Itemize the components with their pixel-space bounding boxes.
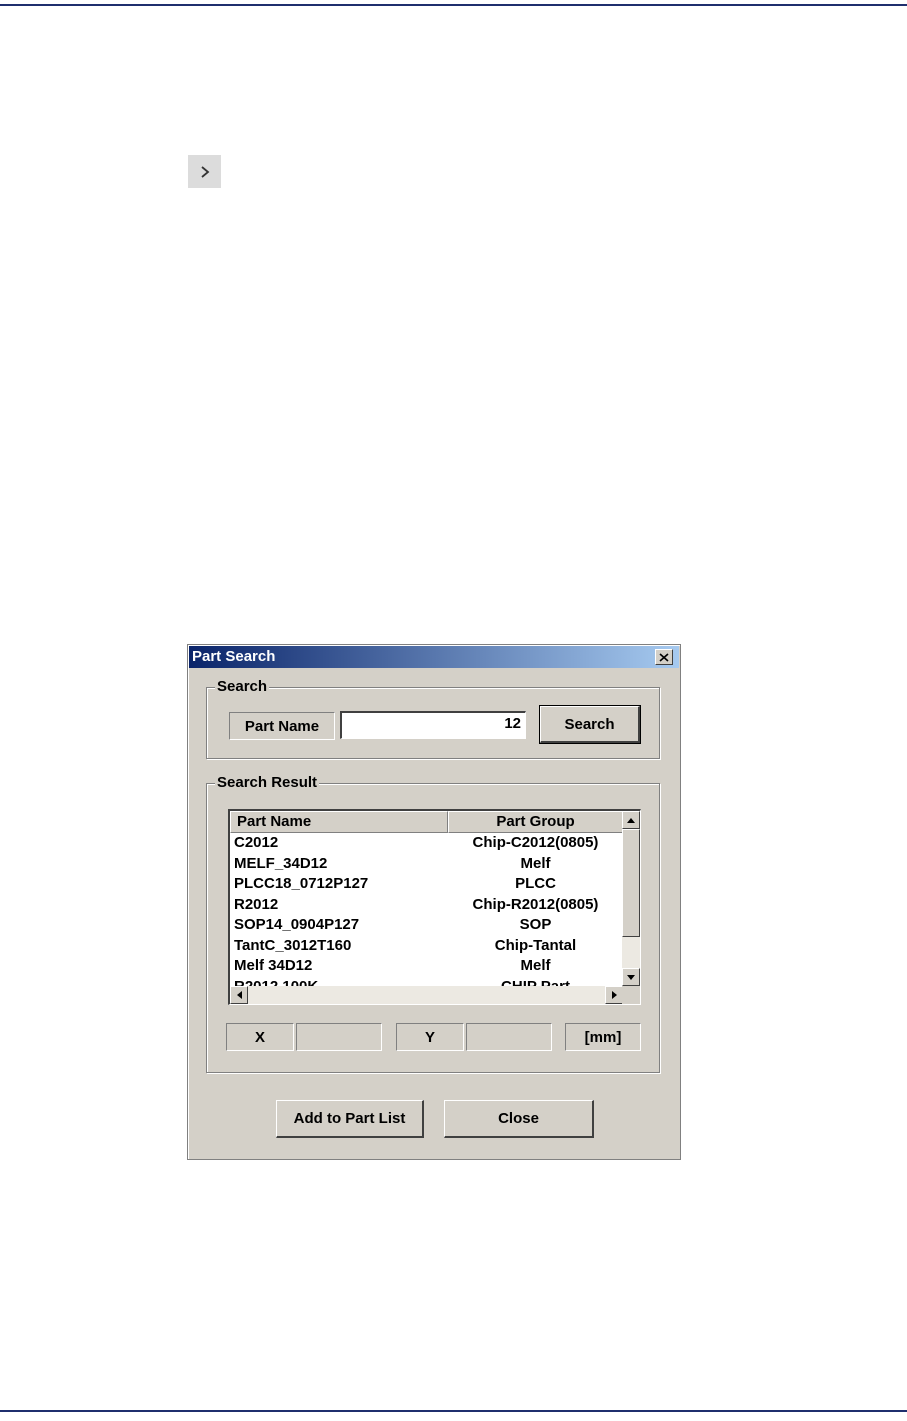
horizontal-scrollbar[interactable] [230,986,623,1004]
row-part-name: C2012 [234,834,279,851]
y-value-field [466,1023,552,1051]
row-part-group: PLCC [515,875,556,892]
arrow-left-icon[interactable] [230,986,248,1004]
row-part-group: Chip-Tantal [494,936,577,954]
search-group-legend: Search [215,678,270,696]
scrollbar-corner [622,986,640,1004]
x-label: X [226,1023,294,1051]
row-part-name: TantC_3012T160 [234,936,352,954]
table-row[interactable]: SOP14_0904P127 SOP [230,915,623,936]
y-label-text: Y [424,1028,435,1046]
bottom-rule [0,1410,907,1412]
part-name-label-text: Part Name [244,717,320,735]
close-button[interactable]: Close [444,1100,594,1138]
list-header: Part Name Part Group [230,811,623,833]
arrow-up-icon[interactable] [622,811,640,829]
table-row[interactable]: MELF_34D12 Melf [230,854,623,875]
part-search-dialog: Part Search Search Part Name 12 Search S… [187,644,681,1160]
row-part-name: SOP14_0904P127 [234,916,360,933]
add-to-part-list-label: Add to Part List [293,1110,406,1127]
column-header-part-name[interactable]: Part Name [230,811,448,833]
arrow-down-icon[interactable] [622,968,640,986]
vertical-scroll-thumb[interactable] [622,829,640,937]
row-part-name: PLCC18_0712P127 [234,875,369,892]
unit-label-text: [mm] [584,1028,622,1046]
search-result-group-legend: Search Result [215,774,320,792]
part-name-label: Part Name [229,712,335,740]
row-part-name: R2012 [234,895,279,913]
table-row[interactable]: C2012 Chip-C2012(0805) [230,833,623,854]
table-row[interactable]: TantC_3012T160 Chip-Tantal [230,936,623,957]
dialog-title: Part Search [192,648,276,665]
page: Part Search Search Part Name 12 Search S… [0,0,907,1421]
part-name-input-value: 12 [504,715,521,732]
chevron-right-icon[interactable] [188,155,221,188]
column-header-part-group[interactable]: Part Group [448,811,623,833]
close-icon[interactable] [655,649,673,665]
table-row[interactable]: R2012 Chip-R2012(0805) [230,895,623,916]
row-part-name: Melf 34D12 [234,957,313,974]
close-button-label: Close [498,1110,539,1127]
table-row[interactable]: Melf 34D12 Melf [230,956,623,977]
search-group: Search Part Name 12 Search [206,678,660,759]
vertical-scrollbar[interactable] [622,811,640,986]
add-to-part-list-button[interactable]: Add to Part List [276,1100,424,1138]
list-rows: C2012 Chip-C2012(0805) MELF_34D12 Melf P… [230,833,623,987]
arrow-right-icon[interactable] [605,986,623,1004]
search-button-label: Search [564,715,615,733]
top-rule [0,4,907,6]
row-part-group: Chip-C2012(0805) [472,834,599,851]
part-name-input[interactable]: 12 [340,711,526,739]
unit-label: [mm] [565,1023,641,1051]
search-button[interactable]: Search [539,705,641,744]
row-part-name: MELF_34D12 [234,854,328,872]
row-part-group: Melf [520,854,551,872]
x-value-field [296,1023,382,1051]
row-part-group: Chip-R2012(0805) [472,895,599,913]
row-part-group: Melf [520,957,551,974]
result-list[interactable]: Part Name Part Group C2012 Chip-C2012(08… [228,809,641,1005]
row-part-group: SOP [519,916,552,933]
x-label-text: X [254,1028,265,1046]
y-label: Y [396,1023,464,1051]
table-row[interactable]: PLCC18_0712P127 PLCC [230,874,623,895]
dialog-titlebar: Part Search [189,646,679,668]
